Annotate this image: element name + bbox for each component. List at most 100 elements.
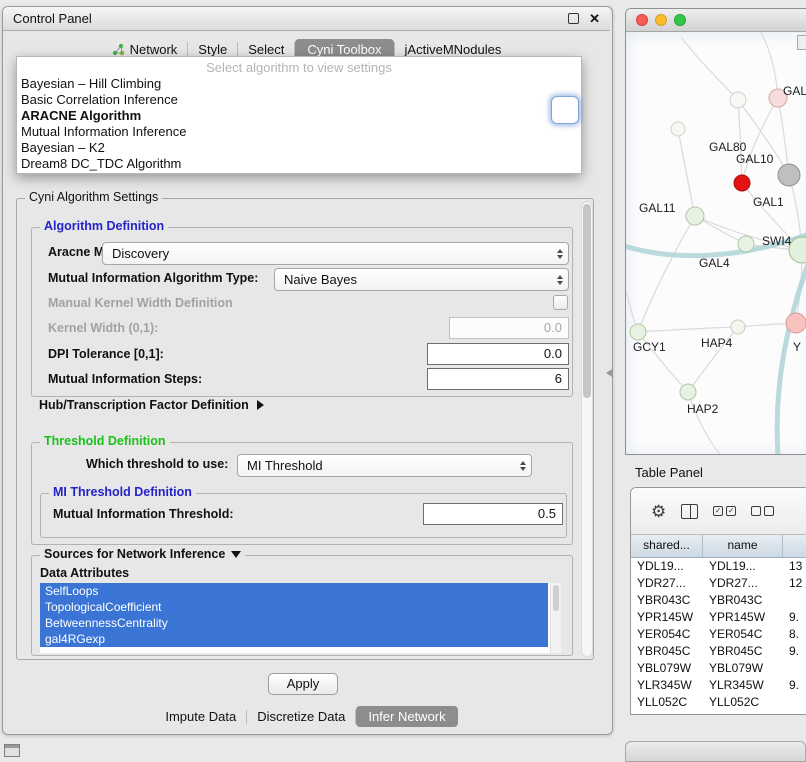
tab-impute-data[interactable]: Impute Data [155, 707, 246, 726]
float-window-icon[interactable] [568, 13, 579, 24]
network-node[interactable] [630, 324, 646, 340]
close-traffic-light[interactable] [636, 14, 648, 26]
network-node[interactable] [680, 384, 696, 400]
cyni-algorithm-settings-group: Cyni Algorithm Settings Algorithm Defini… [16, 198, 594, 660]
network-node[interactable] [731, 320, 745, 334]
focused-spinner-field[interactable] [551, 96, 579, 124]
dropdown-item[interactable]: Mutual Information Inference [17, 124, 581, 140]
network-node[interactable] [786, 313, 806, 333]
node-label[interactable]: HAP4 [701, 336, 732, 350]
table-row[interactable]: YLL052C YLL052C [631, 694, 806, 711]
control-panel-titlebar[interactable]: Control Panel ✕ [3, 7, 610, 31]
mi-threshold-field[interactable]: 0.5 [423, 503, 563, 525]
dropdown-item[interactable]: Bayesian – Hill Climbing [17, 76, 581, 92]
column-header[interactable] [783, 535, 806, 557]
node-label[interactable]: GAL [783, 84, 806, 98]
tab-label: Select [248, 42, 284, 57]
network-window-titlebar[interactable] [626, 9, 806, 32]
mi-type-combo[interactable]: Naive Bayes [274, 268, 569, 291]
node-label[interactable]: GAL4 [699, 256, 730, 270]
checked-box-icon: ✓ [713, 506, 723, 516]
network-node[interactable] [730, 92, 746, 108]
expand-arrow-icon[interactable] [231, 551, 241, 558]
scrollbar-button[interactable] [797, 35, 806, 50]
node-label[interactable]: GCY1 [633, 340, 666, 354]
minimize-traffic-light[interactable] [655, 14, 667, 26]
sources-group-title[interactable]: Sources for Network Inference [40, 547, 245, 561]
deselect-columns-icon[interactable] [751, 506, 774, 516]
settings-group-title: Cyni Algorithm Settings [25, 190, 162, 204]
mi-steps-field[interactable]: 6 [427, 368, 569, 390]
list-item-selected[interactable]: gal4RGexp [40, 631, 548, 647]
which-threshold-combo[interactable]: MI Threshold [237, 454, 532, 477]
settings-scrollbar[interactable] [581, 201, 593, 657]
node-label[interactable]: GAL11 [639, 201, 675, 215]
apply-button[interactable]: Apply [268, 673, 338, 695]
close-icon[interactable]: ✕ [589, 12, 600, 25]
select-columns-icon[interactable]: ✓ ✓ [713, 506, 736, 516]
cell: YBL079W [703, 660, 783, 677]
list-item-selected[interactable]: SelfLoops [40, 583, 548, 599]
table-row[interactable]: YBR043C YBR043C [631, 592, 806, 609]
dropdown-item[interactable]: Dream8 DC_TDC Algorithm [17, 156, 581, 172]
data-attributes-label: Data Attributes [40, 566, 129, 580]
cell: 13 [783, 558, 806, 575]
tab-infer-network[interactable]: Infer Network [356, 706, 457, 727]
network-node[interactable] [671, 122, 685, 136]
dpi-tolerance-field[interactable]: 0.0 [427, 343, 569, 365]
data-attributes-list[interactable]: SelfLoops TopologicalCoefficient Between… [40, 583, 561, 653]
hub-definition-section[interactable]: Hub/Transcription Factor Definition [39, 398, 264, 412]
network-node[interactable] [734, 175, 750, 191]
list-item-selected[interactable]: TopologicalCoefficient [40, 599, 548, 615]
cell: 9. [783, 643, 806, 660]
unchecked-box-icon [751, 506, 761, 516]
bottom-tab-bar: Impute Data Discretize Data Infer Networ… [3, 706, 610, 727]
network-node[interactable] [778, 164, 800, 186]
dropdown-item[interactable]: Basic Correlation Inference [17, 92, 581, 108]
table-row[interactable]: YBL079W YBL079W [631, 660, 806, 677]
table-toolbar: ⚙ ✓ ✓ [631, 488, 806, 535]
aracne-mode-combo[interactable]: Discovery [102, 242, 569, 265]
dropdown-item-selected[interactable]: ARACNE Algorithm [17, 108, 581, 124]
cell: YDL19... [631, 558, 703, 575]
mi-threshold-group-title: MI Threshold Definition [49, 485, 196, 499]
cell [783, 694, 806, 711]
node-label[interactable]: Y [793, 340, 801, 354]
kernel-width-label: Kernel Width (0,1): [48, 321, 158, 335]
table-row[interactable]: YLR345W YLR345W 9. [631, 677, 806, 694]
kernel-width-field[interactable]: 0.0 [449, 317, 569, 339]
column-header[interactable]: shared... [631, 535, 703, 557]
node-label[interactable]: HAP2 [687, 402, 718, 416]
list-scrollbar[interactable] [550, 583, 561, 653]
which-threshold-value: MI Threshold [247, 458, 323, 473]
settings-scrollbar-thumb[interactable] [583, 204, 591, 398]
network-node[interactable] [686, 207, 704, 225]
network-canvas[interactable]: GAL GAL80 GAL10 GAL11 GAL1 SWI4 GAL4 GCY… [626, 32, 806, 455]
columns-icon[interactable] [681, 504, 698, 519]
node-label[interactable]: SWI4 [762, 234, 791, 248]
splitter-handle[interactable] [606, 369, 612, 377]
dropdown-item[interactable]: Bayesian – K2 [17, 140, 581, 156]
list-item-selected[interactable]: BetweennessCentrality [40, 615, 548, 631]
node-label[interactable]: GAL1 [753, 195, 784, 209]
table-row[interactable]: YPR145W YPR145W 9. [631, 609, 806, 626]
column-header[interactable]: name [703, 535, 783, 557]
mi-steps-label: Mutual Information Steps: [48, 372, 202, 386]
network-node[interactable] [738, 236, 754, 252]
combo-arrows-icon [520, 461, 526, 471]
restore-panel-icon[interactable] [4, 744, 20, 757]
manual-kernel-checkbox[interactable] [553, 295, 568, 310]
table-row[interactable]: YBR045C YBR045C 9. [631, 643, 806, 660]
node-label[interactable]: GAL10 [736, 152, 773, 166]
list-scrollbar-thumb[interactable] [553, 585, 559, 611]
zoom-traffic-light[interactable] [674, 14, 686, 26]
cell: YER054C [631, 626, 703, 643]
collapse-arrow-icon[interactable] [257, 400, 264, 410]
dropdown-placeholder: Select algorithm to view settings [17, 59, 581, 76]
table-row[interactable]: YDR27... YDR27... 12 [631, 575, 806, 592]
gear-icon[interactable]: ⚙ [651, 503, 666, 520]
table-row[interactable]: YER054C YER054C 8. [631, 626, 806, 643]
table-row[interactable]: YDL19... YDL19... 13 [631, 558, 806, 575]
cell: YPR145W [703, 609, 783, 626]
tab-discretize-data[interactable]: Discretize Data [247, 707, 355, 726]
